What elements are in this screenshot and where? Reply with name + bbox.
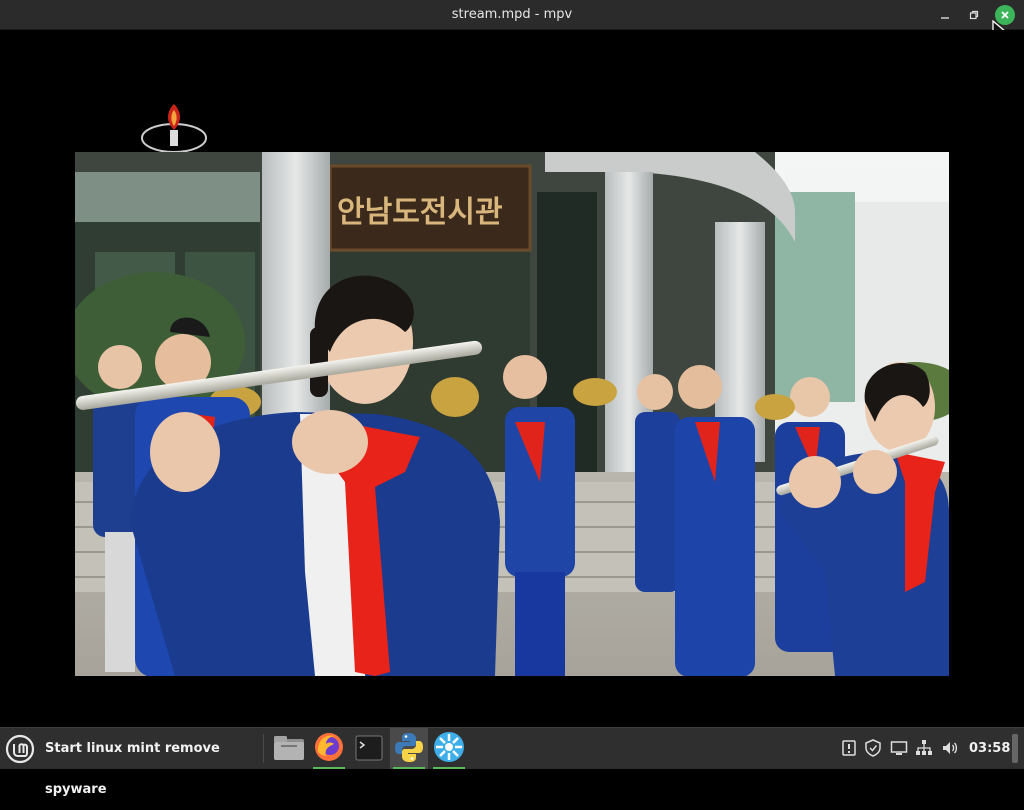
terminal-icon [355, 735, 383, 761]
close-icon [1001, 11, 1009, 19]
restore-icon [969, 10, 979, 20]
channel-logo-icon [141, 104, 207, 153]
python-icon [395, 733, 423, 762]
python-launcher[interactable] [390, 728, 428, 769]
linux-mint-icon [5, 734, 35, 764]
app-icon [434, 732, 464, 762]
network-icon[interactable] [915, 739, 933, 757]
window-title: stream.mpd - mpv [451, 7, 573, 22]
video-frame: 안남도전시관 [75, 152, 949, 676]
terminal-launcher[interactable] [350, 728, 388, 769]
firefox-icon [315, 733, 343, 761]
running-indicator [433, 767, 465, 769]
video-viewport[interactable]: 안남도전시관 [0, 30, 1024, 727]
running-indicator [393, 767, 425, 769]
file-manager-launcher[interactable] [270, 728, 308, 769]
folder-icon [274, 736, 304, 760]
running-indicator [313, 767, 345, 769]
start-menu-label: Start linux mint remove spyware [45, 741, 220, 797]
firefox-launcher[interactable] [310, 728, 348, 769]
minimize-button[interactable] [935, 5, 955, 25]
taskbar-separator [263, 734, 264, 763]
window-titlebar[interactable]: stream.mpd - mpv [0, 0, 1024, 41]
app-launcher[interactable] [430, 728, 468, 769]
restore-button[interactable] [964, 5, 984, 25]
volume-icon[interactable] [941, 739, 959, 757]
shield-icon[interactable] [864, 739, 882, 757]
show-desktop-button[interactable] [1012, 734, 1018, 763]
taskbar: Start linux mint remove spyware 03:58 [0, 727, 1024, 797]
minimize-icon [941, 17, 949, 19]
video-scene: 안남도전시관 [75, 152, 949, 676]
clock[interactable]: 03:58 [969, 728, 1010, 769]
notifications-icon[interactable] [840, 739, 858, 757]
start-menu-button[interactable]: Start linux mint remove spyware [0, 728, 262, 797]
display-icon[interactable] [890, 739, 908, 757]
building-sign-text: 안남도전시관 [337, 195, 503, 230]
